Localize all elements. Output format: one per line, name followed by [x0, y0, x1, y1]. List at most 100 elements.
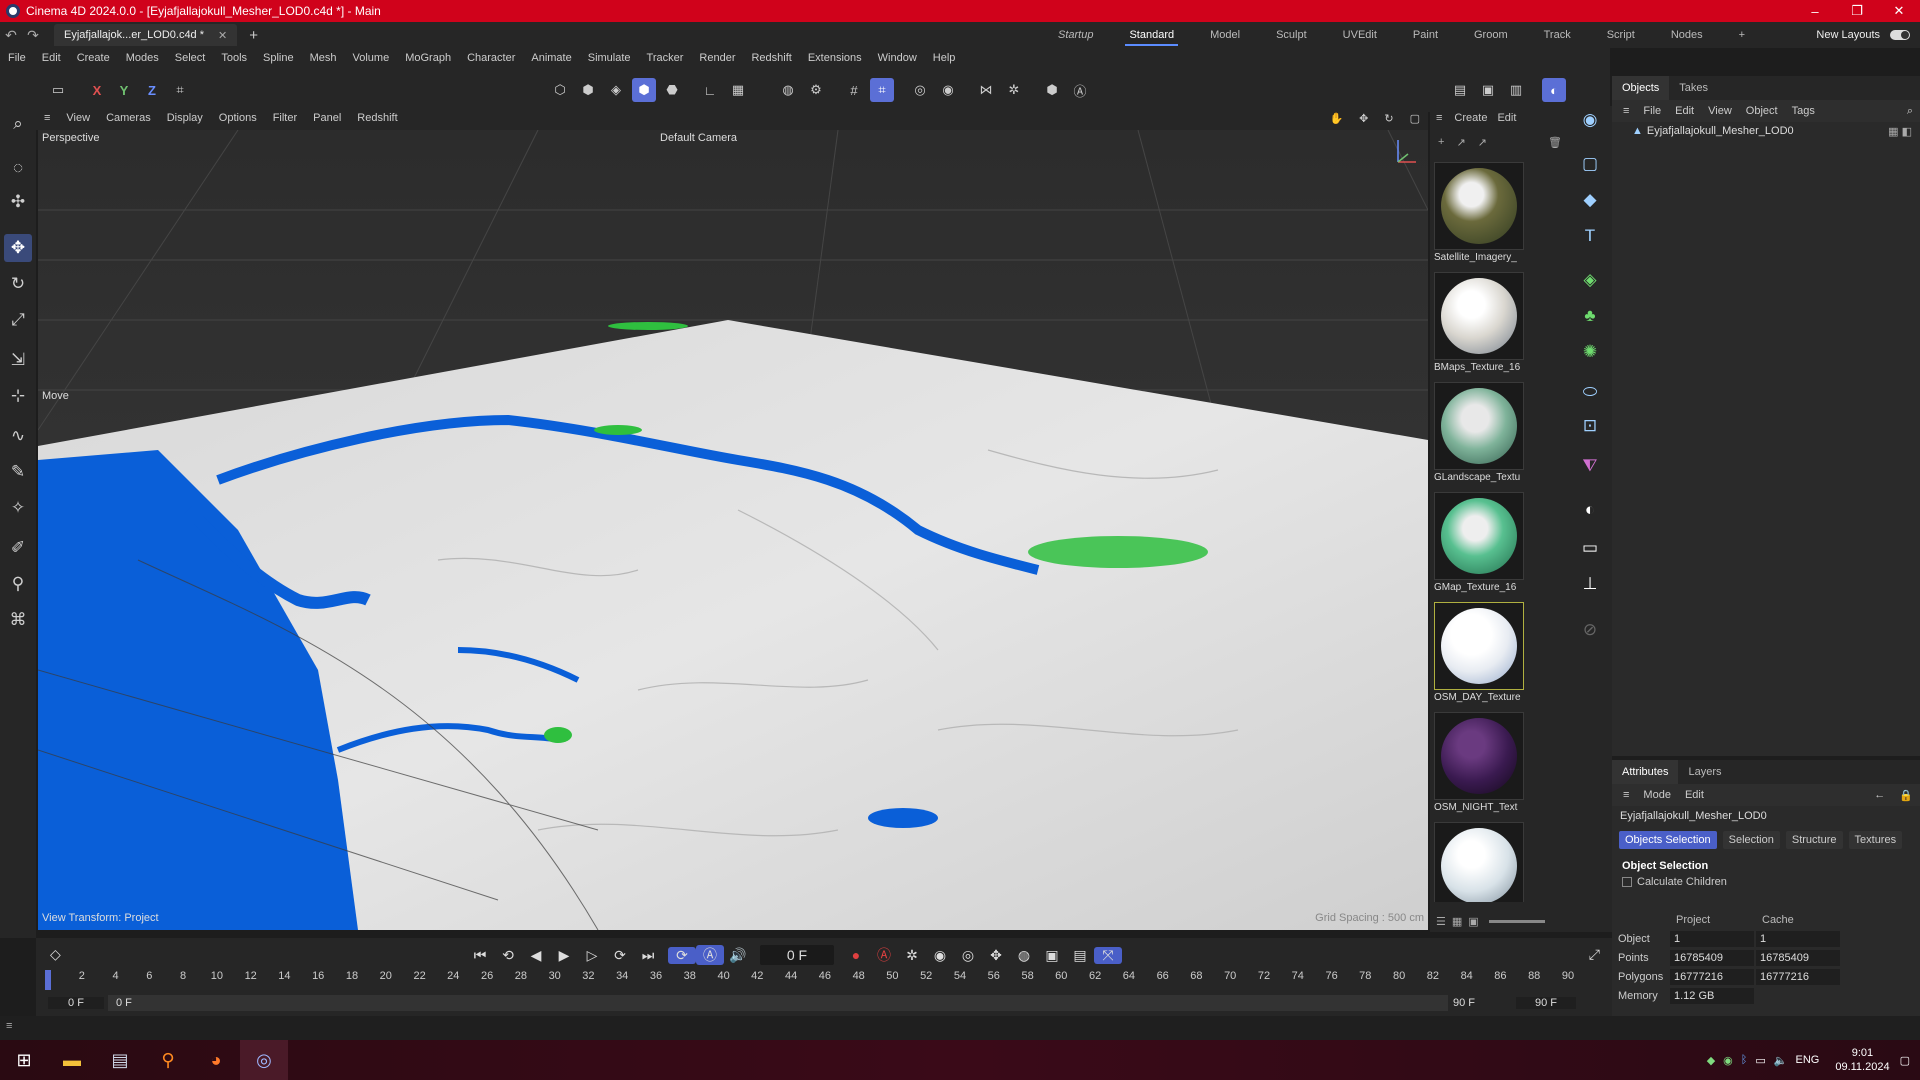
objects-menu-edit[interactable]: Edit: [1668, 105, 1701, 117]
key-settings-icon[interactable]: ✲: [898, 947, 926, 964]
nvidia-icon[interactable]: ◆: [1707, 1054, 1715, 1067]
current-frame-field[interactable]: 0 F: [760, 945, 834, 965]
delete-material-icon[interactable]: 🗑: [1548, 136, 1562, 149]
attributes-menu-mode[interactable]: Mode: [1636, 789, 1678, 801]
material-slot[interactable]: Satellite_Imagery_: [1434, 162, 1524, 268]
uv-mode-icon[interactable]: ⬣: [660, 78, 684, 102]
menu-file[interactable]: File: [0, 52, 34, 64]
subtab-textures[interactable]: Textures: [1848, 831, 1903, 849]
toggle-switch-icon[interactable]: [1890, 30, 1910, 40]
add-material-icon[interactable]: +: [1438, 136, 1444, 148]
add-layout-icon[interactable]: +: [1721, 22, 1763, 48]
object-tree-item[interactable]: ▲ Eyjafjallajokull_Mesher_LOD0 ▦ ◧: [1612, 122, 1920, 140]
key-position-icon[interactable]: ◉: [926, 947, 954, 964]
previous-key-icon[interactable]: ⟲: [494, 947, 522, 964]
material-slot[interactable]: OSM_NIGHT_Text: [1434, 712, 1524, 818]
subtab-objects-selection[interactable]: Objects Selection: [1619, 831, 1717, 849]
camera-icon[interactable]: ▭: [1576, 534, 1604, 562]
sound-icon[interactable]: 🔊: [724, 947, 752, 964]
material-slot[interactable]: GMap_Texture_16: [1434, 492, 1524, 598]
objects-menu-file[interactable]: File: [1636, 105, 1668, 117]
playhead[interactable]: [45, 970, 51, 990]
material-slot[interactable]: [1434, 822, 1524, 902]
grid-view-icon[interactable]: ▦: [1452, 915, 1462, 928]
field-icon[interactable]: ✺: [1576, 338, 1604, 366]
viewport-menu-panel[interactable]: Panel: [305, 112, 349, 124]
menu-create[interactable]: Create: [69, 52, 118, 64]
record-auto-icon[interactable]: Ⓐ: [870, 945, 898, 965]
lock-workplane-icon[interactable]: ◉: [936, 78, 960, 102]
undo-icon[interactable]: ↶: [0, 27, 22, 44]
render-active-view-icon[interactable]: ▣: [1476, 78, 1500, 102]
restore-button[interactable]: ❐: [1836, 0, 1878, 22]
environment-icon[interactable]: ⊡: [1576, 412, 1604, 440]
motion-icon[interactable]: ⧨: [1576, 452, 1604, 480]
thumbnail-size-slider[interactable]: [1488, 919, 1545, 923]
viewport-menu-display[interactable]: Display: [159, 112, 211, 124]
viewport-camera-label[interactable]: Default Camera: [660, 132, 737, 144]
viewport-perspective[interactable]: Perspective Default Camera Move View Tra…: [38, 130, 1428, 930]
notepad-icon[interactable]: ▤: [96, 1040, 144, 1080]
search-icon[interactable]: ⌕: [4, 110, 32, 138]
sculpt-icon[interactable]: ✧: [4, 494, 32, 522]
notification-icon[interactable]: ▢: [1900, 1054, 1910, 1067]
menu-select[interactable]: Select: [167, 52, 214, 64]
spline-pen-icon[interactable]: ∿: [4, 422, 32, 450]
tab-takes[interactable]: Takes: [1669, 76, 1718, 100]
model-mode-icon[interactable]: ⬢: [632, 78, 656, 102]
back-arrow-icon[interactable]: ←: [1867, 789, 1892, 801]
layout-nodes[interactable]: Nodes: [1653, 22, 1721, 48]
minimize-button[interactable]: –: [1794, 0, 1836, 22]
scale-tool-icon[interactable]: ⤢: [4, 306, 32, 334]
go-to-end-icon[interactable]: ⏭: [634, 947, 662, 964]
loop-icon[interactable]: ⟳: [668, 946, 696, 964]
x-axis-lock-button[interactable]: X: [85, 78, 109, 102]
modeling-settings-icon[interactable]: ✲: [1002, 78, 1026, 102]
windows-start-icon[interactable]: ⊞: [0, 1040, 48, 1080]
rotate-view-icon[interactable]: ↻: [1376, 112, 1401, 125]
key-rotation-icon[interactable]: ◎: [954, 947, 982, 964]
calculate-children-checkbox[interactable]: Calculate Children: [1612, 876, 1920, 888]
menu-simulate[interactable]: Simulate: [580, 52, 639, 64]
cube-icon[interactable]: ◆: [1576, 186, 1604, 214]
material-slot[interactable]: GLandscape_Textu: [1434, 382, 1524, 488]
transform-tool-icon[interactable]: ⇲: [4, 346, 32, 374]
motion-path-icon[interactable]: ⤧: [1094, 946, 1122, 964]
symmetry-icon[interactable]: ⋈: [974, 78, 998, 102]
auto-key-icon[interactable]: Ⓐ: [696, 945, 724, 965]
objects-menu-view[interactable]: View: [1701, 105, 1739, 117]
cloner-icon[interactable]: ♣: [1576, 302, 1604, 330]
menu-modes[interactable]: Modes: [118, 52, 167, 64]
menu-window[interactable]: Window: [870, 52, 925, 64]
cinema4d-taskbar-icon[interactable]: ◎: [240, 1040, 288, 1080]
render-view-icon[interactable]: ⬢: [1040, 78, 1064, 102]
tab-objects[interactable]: Objects: [1612, 76, 1670, 100]
layout-uvedit[interactable]: UVEdit: [1325, 22, 1395, 48]
play-icon[interactable]: ▶: [550, 947, 578, 964]
viewport-hamburger-icon[interactable]: ≡: [36, 112, 58, 124]
go-to-start-icon[interactable]: ⏮: [466, 947, 494, 964]
soft-selection-icon[interactable]: ⊹: [4, 382, 32, 410]
axis-mode-icon[interactable]: ∟: [698, 78, 722, 102]
objects-menu-object[interactable]: Object: [1739, 105, 1785, 117]
lock-icon[interactable]: 🔒: [1892, 789, 1920, 802]
viewport-menu-cameras[interactable]: Cameras: [98, 112, 159, 124]
document-tab[interactable]: Eyjafjallajok...er_LOD0.c4d * ✕: [54, 24, 238, 46]
menu-redshift[interactable]: Redshift: [743, 52, 799, 64]
material-slot[interactable]: BMaps_Texture_16: [1434, 272, 1524, 378]
layout-groom[interactable]: Groom: [1456, 22, 1526, 48]
auto-icon[interactable]: Ⓐ: [1068, 78, 1092, 102]
key-pla-icon[interactable]: ▣: [1038, 947, 1066, 964]
rotate-tool-icon[interactable]: ↻: [4, 270, 32, 298]
material-slot[interactable]: OSM_DAY_Texture: [1434, 602, 1524, 708]
text-spline-icon[interactable]: T: [1576, 222, 1604, 250]
tab-layers[interactable]: Layers: [1678, 760, 1731, 784]
new-layouts-toggle[interactable]: New Layouts: [1816, 22, 1910, 48]
layout-track[interactable]: Track: [1526, 22, 1589, 48]
range-start-field[interactable]: 0 F: [48, 997, 104, 1009]
layout-standard[interactable]: Standard: [1111, 22, 1192, 48]
menu-help[interactable]: Help: [925, 52, 964, 64]
status-menu-icon[interactable]: ≡: [6, 1020, 12, 1032]
network-icon[interactable]: ▭: [1755, 1054, 1765, 1067]
search-app-icon[interactable]: ⚲: [144, 1040, 192, 1080]
